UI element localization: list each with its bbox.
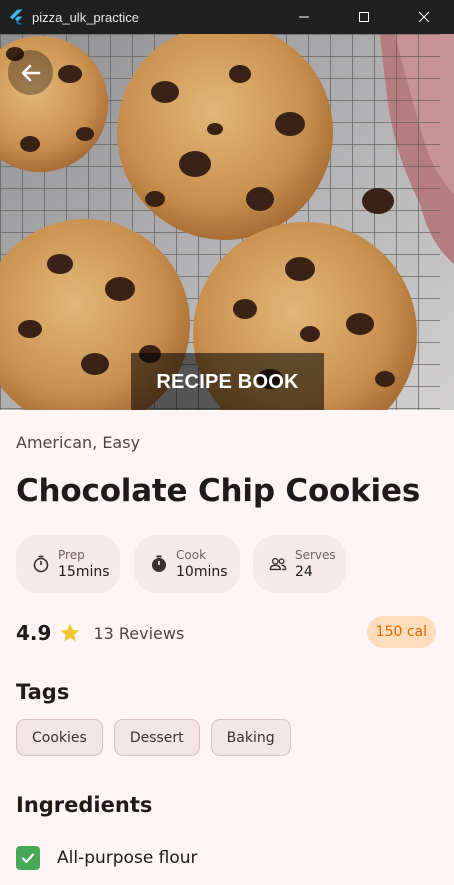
star-icon (59, 622, 81, 644)
title-bar: pizza_ulk_practice (0, 0, 454, 34)
close-icon (418, 11, 430, 23)
minimize-button[interactable] (274, 0, 334, 34)
maximize-button[interactable] (334, 0, 394, 34)
tag-chip-cookies[interactable]: Cookies (16, 719, 103, 756)
ingredients-heading: Ingredients (16, 793, 153, 817)
reviews-count: 13 Reviews (93, 623, 185, 643)
rating-row: 4.9 13 Reviews 150 cal (16, 616, 436, 650)
ingredient-item[interactable]: All-purpose flour (16, 846, 198, 870)
timer-icon (32, 555, 50, 573)
window-title: pizza_ulk_practice (32, 9, 139, 25)
stat-value: 24 (295, 563, 313, 580)
stat-label: Cook (176, 547, 207, 562)
stat-chip-prep: Prep 15mins (16, 535, 120, 593)
minimize-icon (299, 16, 309, 18)
stopwatch-icon (150, 555, 168, 573)
stat-label: Serves (295, 547, 336, 562)
back-button[interactable] (8, 50, 53, 95)
app-window: pizza_ulk_practice RECIPE BOOK American,… (0, 0, 454, 885)
stat-chip-cook: Cook 10mins (134, 535, 240, 593)
hero-banner-text: RECIPE BOOK (156, 371, 299, 393)
stat-label: Prep (58, 547, 85, 562)
rating-value: 4.9 (16, 621, 52, 645)
flutter-logo-icon (10, 9, 23, 25)
people-icon (269, 555, 287, 573)
ingredient-label: All-purpose flour (57, 848, 198, 868)
tag-chip-dessert[interactable]: Dessert (113, 719, 200, 756)
hero-banner: RECIPE BOOK (131, 353, 324, 410)
ingredient-checkbox[interactable] (16, 846, 40, 870)
stat-chip-serves: Serves 24 (253, 535, 346, 593)
maximize-icon (359, 12, 369, 22)
calorie-badge: 150 cal (366, 616, 436, 648)
stat-value: 10mins (176, 563, 228, 580)
arrow-back-icon (21, 64, 40, 81)
recipe-subtitle: American, Easy (16, 433, 141, 452)
recipe-title: Chocolate Chip Cookies (16, 473, 421, 509)
tags-heading: Tags (16, 680, 70, 704)
tags-list: Cookies Dessert Baking (16, 719, 291, 756)
close-window-button[interactable] (394, 0, 454, 34)
hero-image: RECIPE BOOK (0, 34, 454, 410)
tag-chip-baking[interactable]: Baking (210, 719, 291, 756)
checkmark-icon (21, 853, 35, 864)
stat-value: 15mins (58, 563, 110, 580)
